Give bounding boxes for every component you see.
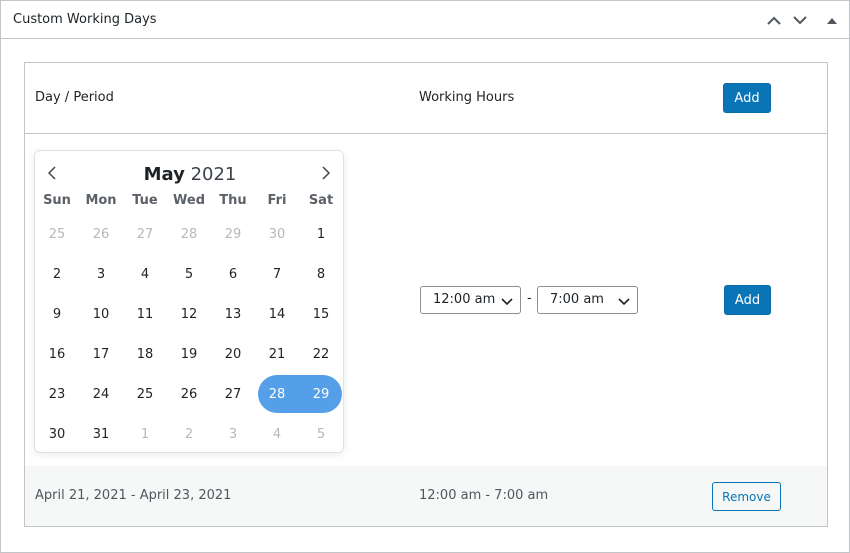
calendar-day[interactable]: 26 bbox=[79, 216, 123, 254]
calendar-day[interactable]: 12 bbox=[167, 296, 211, 334]
start-time-value: 12:00 am bbox=[433, 292, 496, 307]
calendar-day[interactable]: 16 bbox=[35, 336, 79, 374]
date-picker: May 2021 Sun Mon Tue Wed Thu Fri Sat 25 26 27 28 29… bbox=[34, 150, 344, 453]
calendar-day[interactable]: 9 bbox=[35, 296, 79, 334]
weekday-header: Thu bbox=[219, 193, 247, 208]
calendar-day[interactable]: 20 bbox=[211, 336, 255, 374]
calendar-day[interactable]: 19 bbox=[167, 336, 211, 374]
start-time-select[interactable]: 12:00 am bbox=[420, 286, 521, 314]
calendar-day[interactable]: 4 bbox=[123, 256, 167, 294]
calendar-day[interactable]: 30 bbox=[35, 416, 79, 454]
calendar-day[interactable]: 29 bbox=[211, 216, 255, 254]
calendar-day[interactable]: 27 bbox=[123, 216, 167, 254]
table-row: April 21, 2021 - April 23, 2021 12:00 am… bbox=[25, 466, 827, 526]
calendar-day[interactable]: 23 bbox=[35, 376, 79, 414]
next-month-icon[interactable] bbox=[316, 163, 336, 183]
calendar-day[interactable]: 1 bbox=[299, 216, 343, 254]
weekday-header: Mon bbox=[85, 193, 117, 208]
calendar-day[interactable]: 8 bbox=[299, 256, 343, 294]
time-separator: - bbox=[527, 291, 532, 306]
end-time-select[interactable]: 7:00 am bbox=[537, 286, 638, 314]
calendar-day[interactable]: 27 bbox=[211, 376, 255, 414]
calendar-day[interactable]: 1 bbox=[123, 416, 167, 454]
day-period-header: Day / Period bbox=[35, 90, 114, 105]
working-hours-header: Working Hours bbox=[419, 90, 515, 105]
weekday-header: Sun bbox=[43, 193, 71, 208]
panel-title: Custom Working Days bbox=[13, 12, 157, 27]
row-add-button[interactable]: Add bbox=[724, 285, 771, 315]
calendar-day[interactable]: 24 bbox=[79, 376, 123, 414]
toggle-panel-icon[interactable] bbox=[822, 10, 842, 30]
chevron-down-icon bbox=[501, 295, 513, 310]
calendar-day[interactable]: 6 bbox=[211, 256, 255, 294]
calendar-day[interactable]: 18 bbox=[123, 336, 167, 374]
calendar-day[interactable]: 29 bbox=[299, 376, 343, 414]
calendar-day[interactable]: 13 bbox=[211, 296, 255, 334]
calendar-day[interactable]: 21 bbox=[255, 336, 299, 374]
move-down-icon[interactable] bbox=[790, 10, 810, 30]
move-up-icon[interactable] bbox=[764, 10, 784, 30]
month-year-label: May 2021 bbox=[35, 164, 345, 185]
chevron-down-icon bbox=[618, 295, 630, 310]
calendar-day[interactable]: 14 bbox=[255, 296, 299, 334]
calendar-day[interactable]: 30 bbox=[255, 216, 299, 254]
calendar-day[interactable]: 31 bbox=[79, 416, 123, 454]
calendar-day[interactable]: 7 bbox=[255, 256, 299, 294]
calendar-day[interactable]: 3 bbox=[211, 416, 255, 454]
calendar-day[interactable]: 2 bbox=[35, 256, 79, 294]
calendar-day[interactable]: 4 bbox=[255, 416, 299, 454]
month-label: May bbox=[143, 164, 185, 185]
end-time-value: 7:00 am bbox=[550, 292, 604, 307]
calendar-day[interactable]: 25 bbox=[35, 216, 79, 254]
calendar-day[interactable]: 5 bbox=[167, 256, 211, 294]
calendar-day[interactable]: 28 bbox=[255, 376, 299, 414]
table-header: Day / Period Working Hours Add bbox=[25, 63, 827, 134]
calendar-day[interactable]: 25 bbox=[123, 376, 167, 414]
calendar-day[interactable]: 26 bbox=[167, 376, 211, 414]
panel-header: Custom Working Days bbox=[1, 1, 849, 39]
calendar-day[interactable]: 15 bbox=[299, 296, 343, 334]
hours-cell: 12:00 am - 7:00 am bbox=[419, 488, 549, 503]
weekday-header: Tue bbox=[132, 193, 158, 208]
weekday-header: Fri bbox=[267, 193, 287, 208]
period-cell: April 21, 2021 - April 23, 2021 bbox=[35, 488, 232, 503]
calendar-day[interactable]: 2 bbox=[167, 416, 211, 454]
calendar-day[interactable]: 28 bbox=[167, 216, 211, 254]
calendar-day[interactable]: 11 bbox=[123, 296, 167, 334]
remove-button[interactable]: Remove bbox=[712, 482, 781, 511]
calendar-day[interactable]: 3 bbox=[79, 256, 123, 294]
header-add-button[interactable]: Add bbox=[723, 83, 771, 113]
weekday-header: Wed bbox=[173, 193, 205, 208]
year-label: 2021 bbox=[190, 164, 237, 185]
calendar-day[interactable]: 10 bbox=[79, 296, 123, 334]
custom-working-days-panel: Custom Working Days Day / Period Working… bbox=[0, 0, 850, 553]
calendar-day[interactable]: 17 bbox=[79, 336, 123, 374]
calendar-day[interactable]: 22 bbox=[299, 336, 343, 374]
weekday-header: Sat bbox=[308, 193, 334, 208]
calendar-day[interactable]: 5 bbox=[299, 416, 343, 454]
